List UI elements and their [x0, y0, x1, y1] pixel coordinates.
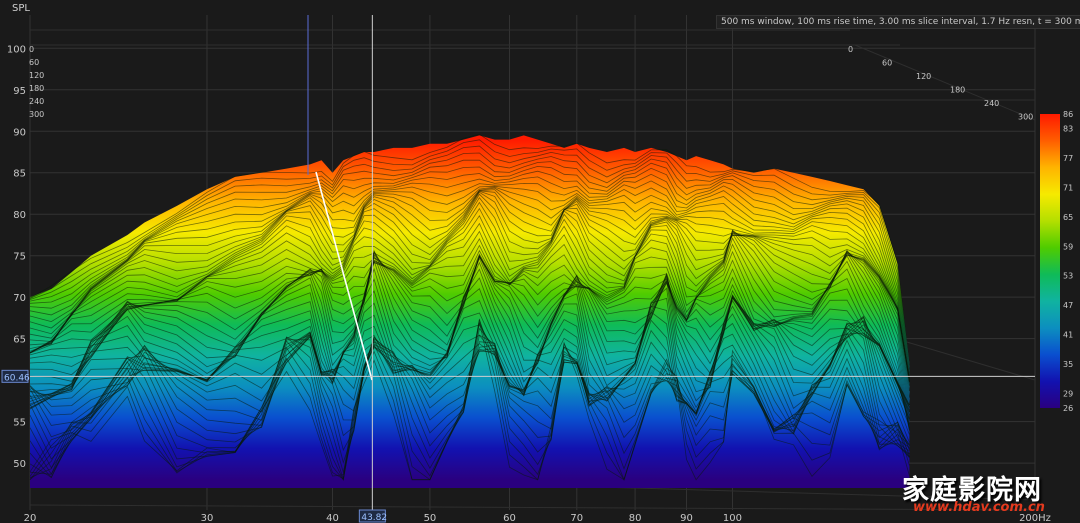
time-tick-label-right: 120: [916, 72, 931, 81]
time-tick-label-left: 120: [29, 71, 44, 80]
colorbar-tick-label: 83: [1063, 125, 1073, 134]
y-tick-label: 55: [13, 418, 26, 429]
time-tick-label-right: 0: [848, 45, 853, 54]
x-tick-label: 50: [424, 513, 437, 523]
colorbar-tick-label: 71: [1063, 184, 1073, 193]
colorbar-tick-label: 29: [1063, 389, 1073, 398]
x-tick-label: 70: [570, 513, 583, 523]
colorbar-tick-label: 53: [1063, 272, 1073, 281]
colorbar-gradient: [1040, 114, 1060, 408]
y-tick-label: 75: [13, 252, 26, 263]
cursor-frequency-readout: 43.82: [361, 513, 387, 523]
y-tick-label: 100: [7, 44, 26, 55]
x-tick-label: 20: [24, 513, 37, 523]
y-axis-label: SPL: [12, 3, 30, 14]
x-tick-label: 80: [629, 513, 642, 523]
time-tick-label-right: 180: [950, 86, 965, 95]
time-tick-label-left: 240: [29, 97, 44, 106]
colorbar-tick-label: 65: [1063, 213, 1073, 222]
y-tick-label: 70: [13, 293, 26, 304]
time-tick-label-right: 300: [1018, 113, 1033, 122]
settings-readout: 500 ms window, 100 ms rise time, 3.00 ms…: [716, 15, 1080, 29]
y-tick-label: 85: [13, 169, 26, 180]
colorbar-tick-label: 26: [1063, 404, 1073, 413]
x-tick-label: 40: [326, 513, 339, 523]
x-tick-label: 90: [680, 513, 693, 523]
x-tick-label: 60: [503, 513, 516, 523]
cursor-spl-readout: 60.46: [4, 373, 30, 383]
colorbar-tick-label: 59: [1063, 242, 1073, 251]
y-tick-label: 90: [13, 127, 26, 138]
y-tick-label: 95: [13, 86, 26, 97]
colorbar-tick-label: 41: [1063, 331, 1073, 340]
y-tick-label: 80: [13, 210, 26, 221]
watermark-url: www.hdav.com.cn: [913, 500, 1045, 515]
time-tick-label-right: 60: [882, 59, 892, 68]
waterfall-chart: 60.46 43.82 100 95 90 85 80 75 70 65 55 50 20 30 40 5…: [0, 0, 1080, 523]
colorbar-tick-label: 86: [1063, 110, 1073, 119]
colorbar-tick-label: 35: [1063, 360, 1073, 369]
colorbar-tick-label: 47: [1063, 301, 1073, 310]
time-tick-label-left: 300: [29, 110, 44, 119]
time-tick-label-left: 0: [29, 45, 34, 54]
y-tick-label: 50: [13, 459, 26, 470]
y-tick-label: 65: [13, 335, 26, 346]
time-tick-label-right: 240: [984, 99, 999, 108]
time-tick-label-left: 180: [29, 84, 44, 93]
x-tick-label: 100: [723, 513, 742, 523]
time-tick-label-left: 60: [29, 58, 39, 67]
colorbar-tick-label: 77: [1063, 154, 1073, 163]
x-tick-label: 30: [201, 513, 214, 523]
